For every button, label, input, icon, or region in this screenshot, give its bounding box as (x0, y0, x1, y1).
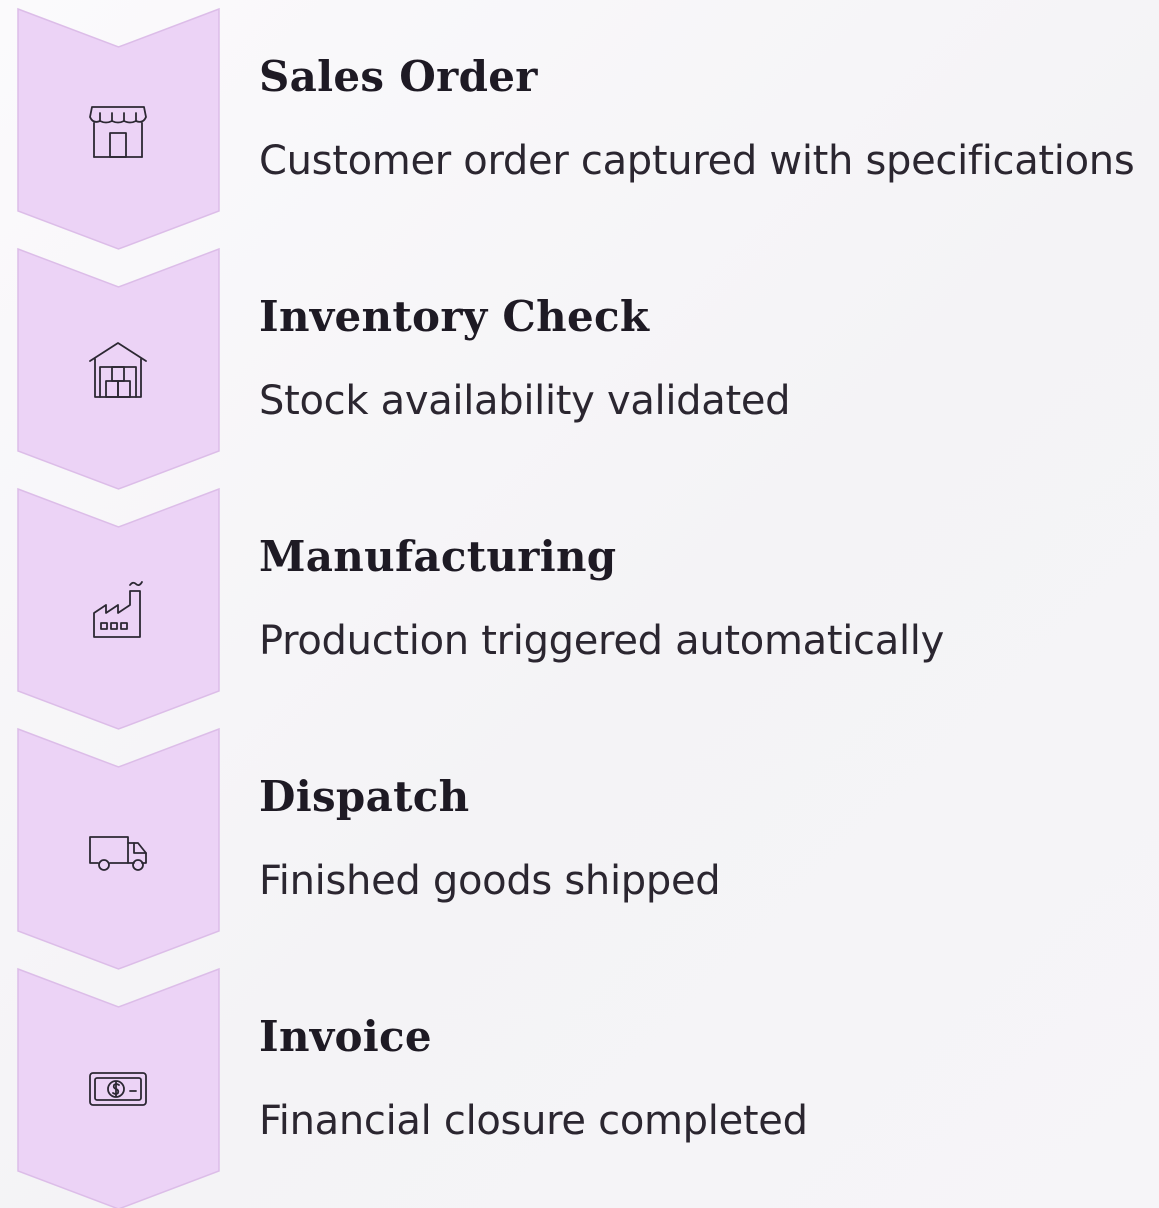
storefront-icon (86, 97, 150, 161)
step-2-chevron (17, 247, 220, 490)
step-1-chevron (17, 7, 220, 250)
step-title: Dispatch (259, 772, 470, 821)
step-2-text: Inventory Check Stock availability valid… (259, 291, 1149, 426)
cash-icon (86, 1057, 150, 1121)
step-5-chevron (17, 967, 220, 1208)
step-description: Customer order captured with specificati… (259, 138, 1135, 184)
factory-icon (86, 577, 150, 641)
step-5-text: Invoice Financial closure completed (259, 1011, 1149, 1146)
warehouse-icon (86, 337, 150, 401)
step-1-text: Sales Order Customer order captured with… (259, 51, 1149, 186)
step-title: Inventory Check (259, 292, 650, 341)
step-description: Stock availability validated (259, 378, 791, 424)
step-title: Sales Order (259, 52, 538, 101)
process-flow: Sales Order Customer order captured with… (0, 0, 1159, 1208)
step-3-chevron (17, 487, 220, 730)
step-description: Production triggered automatically (259, 618, 944, 664)
step-description: Financial closure completed (259, 1098, 808, 1144)
step-title: Invoice (259, 1012, 432, 1061)
step-4-chevron (17, 727, 220, 970)
step-title: Manufacturing (259, 532, 617, 581)
step-4-text: Dispatch Finished goods shipped (259, 771, 1149, 906)
delivery-truck-icon (86, 817, 150, 881)
step-description: Finished goods shipped (259, 858, 721, 904)
step-3-text: Manufacturing Production triggered autom… (259, 531, 1149, 666)
